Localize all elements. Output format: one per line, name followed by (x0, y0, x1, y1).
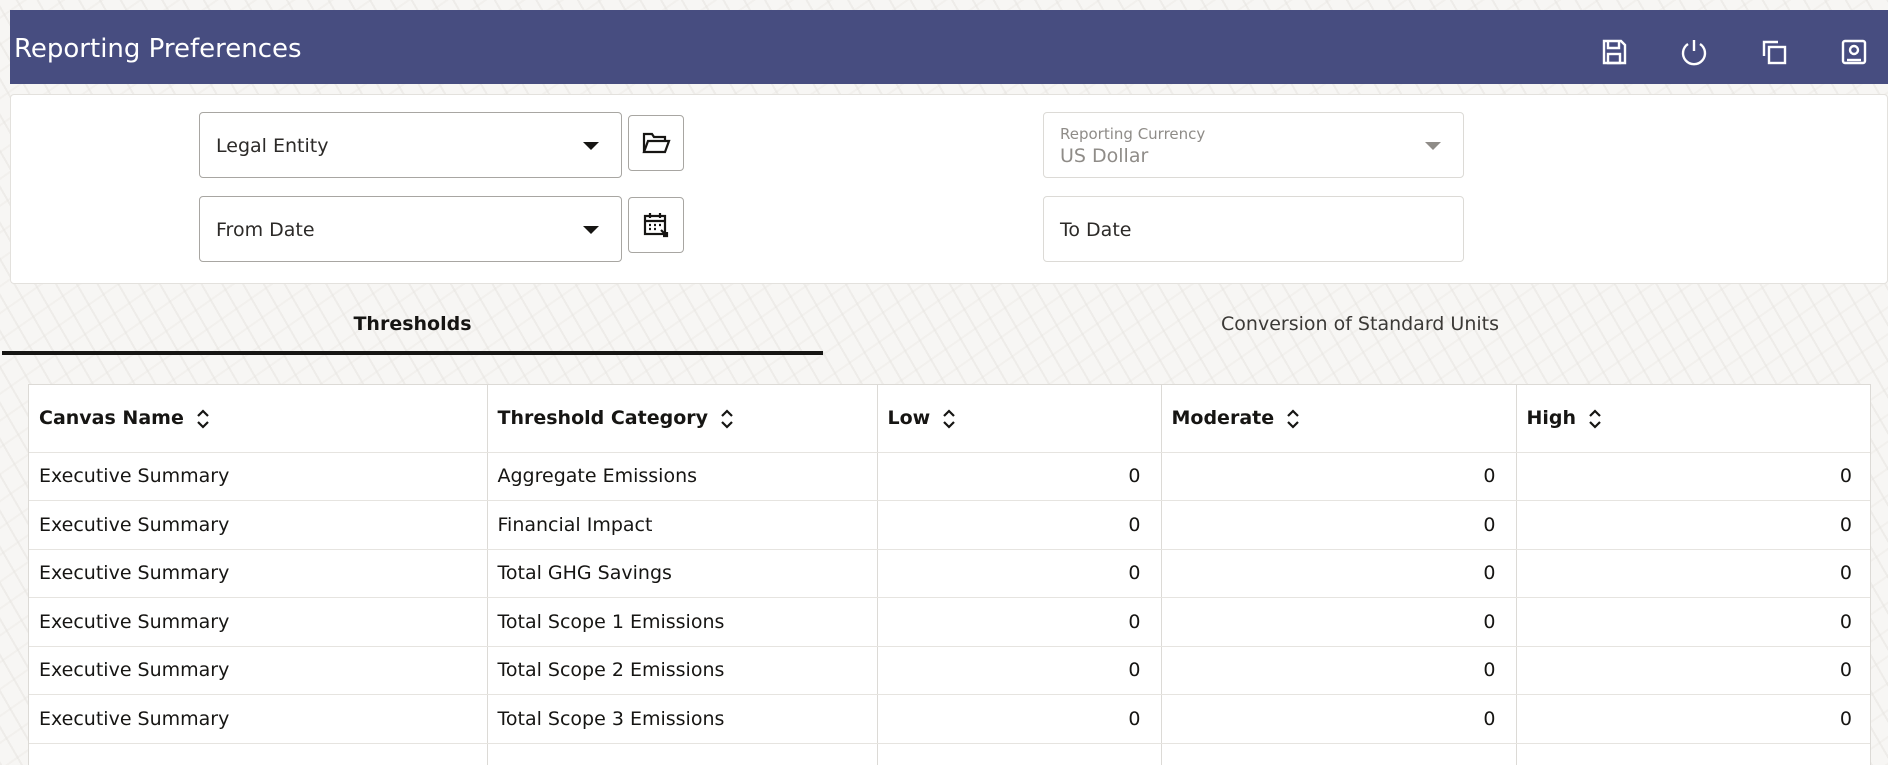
reporting-currency-select[interactable]: Reporting Currency US Dollar (1043, 112, 1464, 178)
cell-low[interactable]: 0 (877, 646, 1162, 695)
cell-high[interactable]: 0 (1516, 694, 1870, 744)
page-title: Reporting Preferences (14, 34, 302, 64)
reporting-currency-value: US Dollar (1060, 145, 1149, 167)
legal-entity-label: Legal Entity (216, 135, 329, 157)
column-header-moderate[interactable]: Moderate (1161, 385, 1517, 453)
cell-moderate[interactable]: 0 (1161, 500, 1517, 550)
chevron-down-icon (583, 142, 599, 150)
table-row[interactable]: Executive Summary Total Scope 1 Emission… (29, 597, 1870, 647)
cell-canvas-name: Executive Summary (29, 597, 488, 647)
cell-low[interactable]: 0 (877, 500, 1162, 550)
chevron-down-icon (583, 226, 599, 234)
cell-high[interactable] (1516, 743, 1870, 765)
table-row[interactable]: Executive Summary Total GHG Savings 0 0 … (29, 549, 1870, 598)
cell-threshold-category: Total GHG Savings (487, 549, 878, 598)
cell-moderate[interactable]: 0 (1161, 597, 1517, 647)
column-header-canvas-name[interactable]: Canvas Name (29, 385, 488, 453)
profile-icon[interactable] (1830, 30, 1878, 74)
table-header-row: Canvas Name Threshold Category Low Moder… (29, 385, 1870, 453)
to-date-field[interactable]: To Date (1043, 196, 1464, 262)
table-row[interactable]: Executive Summary Financial Impact 0 0 0 (29, 500, 1870, 550)
table-row[interactable]: Executive Summary Aggregate Emissions 0 … (29, 452, 1870, 501)
cell-canvas-name (29, 743, 488, 765)
thresholds-table: Canvas Name Threshold Category Low Moder… (28, 384, 1871, 765)
cell-moderate[interactable]: 0 (1161, 549, 1517, 598)
cell-threshold-category: Total Scope 1 Emissions (487, 597, 878, 647)
cell-low[interactable]: 0 (877, 694, 1162, 744)
cell-moderate[interactable]: 0 (1161, 694, 1517, 744)
calendar-icon (643, 213, 669, 238)
table-row[interactable] (29, 743, 1870, 765)
browse-folder-button[interactable] (628, 115, 684, 171)
save-icon[interactable] (1590, 30, 1638, 74)
cell-canvas-name: Executive Summary (29, 694, 488, 744)
chevron-down-icon (1425, 142, 1441, 150)
cell-high[interactable]: 0 (1516, 549, 1870, 598)
sort-icon[interactable] (942, 409, 956, 429)
legal-entity-select[interactable]: Legal Entity (199, 112, 622, 178)
sort-icon[interactable] (1588, 409, 1602, 429)
column-header-low[interactable]: Low (877, 385, 1162, 453)
active-tab-indicator (2, 351, 823, 355)
folder-open-icon (642, 132, 671, 154)
cell-low[interactable]: 0 (877, 452, 1162, 501)
to-date-label: To Date (1060, 219, 1132, 241)
sort-icon[interactable] (196, 409, 210, 429)
cell-threshold-category (487, 743, 878, 765)
filter-panel: Legal Entity From Date Reporting Currenc… (10, 94, 1888, 284)
table-row[interactable]: Executive Summary Total Scope 2 Emission… (29, 646, 1870, 695)
app-header: Reporting Preferences (10, 10, 1888, 84)
sort-icon[interactable] (1286, 409, 1300, 429)
cell-moderate[interactable] (1161, 743, 1517, 765)
cell-high[interactable]: 0 (1516, 500, 1870, 550)
cell-threshold-category: Financial Impact (487, 500, 878, 550)
reporting-currency-label: Reporting Currency (1060, 125, 1206, 143)
from-date-select[interactable]: From Date (199, 196, 622, 262)
cell-low[interactable]: 0 (877, 549, 1162, 598)
cell-canvas-name: Executive Summary (29, 549, 488, 598)
cell-canvas-name: Executive Summary (29, 500, 488, 550)
tab-conversion-of-standard-units[interactable]: Conversion of Standard Units (1020, 295, 1700, 353)
cell-threshold-category: Aggregate Emissions (487, 452, 878, 501)
calendar-button[interactable] (628, 197, 684, 253)
tab-thresholds[interactable]: Thresholds (2, 295, 823, 353)
column-header-high[interactable]: High (1516, 385, 1870, 453)
column-header-threshold-category[interactable]: Threshold Category (487, 385, 878, 453)
cell-threshold-category: Total Scope 3 Emissions (487, 694, 878, 744)
cell-canvas-name: Executive Summary (29, 646, 488, 695)
cell-high[interactable]: 0 (1516, 597, 1870, 647)
table-row[interactable]: Executive Summary Total Scope 3 Emission… (29, 694, 1870, 744)
cell-threshold-category: Total Scope 2 Emissions (487, 646, 878, 695)
cell-low[interactable] (877, 743, 1162, 765)
cell-low[interactable]: 0 (877, 597, 1162, 647)
sort-icon[interactable] (720, 409, 734, 429)
from-date-label: From Date (216, 219, 315, 241)
cell-moderate[interactable]: 0 (1161, 452, 1517, 501)
power-icon[interactable] (1670, 30, 1718, 74)
copy-icon[interactable] (1750, 30, 1798, 74)
cell-moderate[interactable]: 0 (1161, 646, 1517, 695)
cell-high[interactable]: 0 (1516, 646, 1870, 695)
cell-canvas-name: Executive Summary (29, 452, 488, 501)
cell-high[interactable]: 0 (1516, 452, 1870, 501)
